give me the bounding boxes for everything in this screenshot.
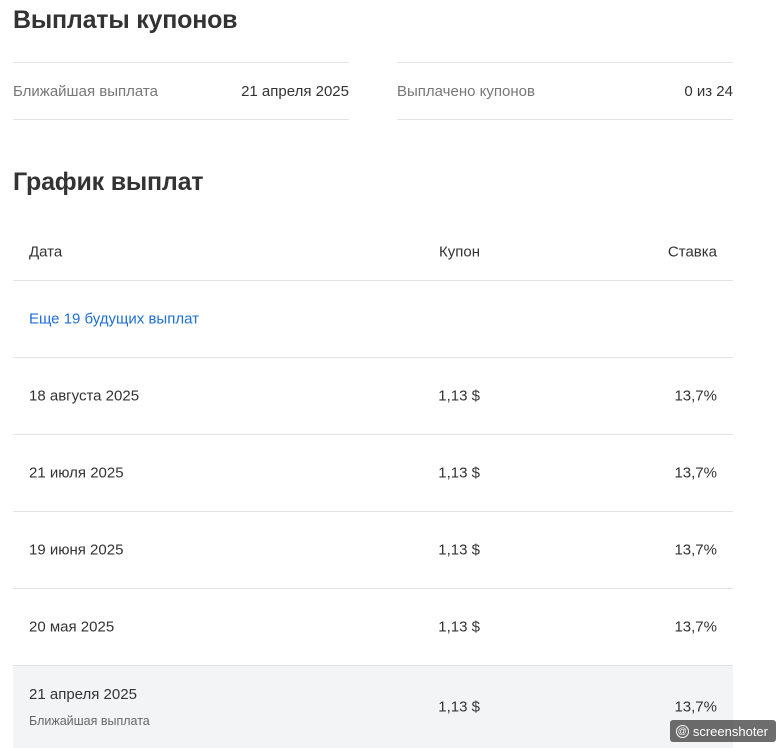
table-row-next-payment: 21 апреля 2025 Ближайшая выплата 1,13 $ … [13, 666, 733, 748]
row-date: 21 июля 2025 [29, 464, 124, 482]
column-header-rate: Ставка [667, 243, 717, 260]
summary-next-payment: Ближайшая выплата 21 апреля 2025 [13, 62, 349, 120]
table-row: 19 июня 2025 1,13 $ 13,7% [13, 512, 733, 589]
row-date: 21 апреля 2025 [29, 686, 137, 703]
row-coupon: 1,13 $ [438, 541, 480, 559]
table-row: 20 мая 2025 1,13 $ 13,7% [13, 589, 733, 666]
watermark-text: screenshoter [692, 723, 768, 739]
coupon-summary: Ближайшая выплата 21 апреля 2025 Выплаче… [13, 62, 733, 120]
row-coupon: 1,13 $ [438, 618, 480, 636]
row-date: 18 августа 2025 [29, 387, 140, 405]
summary-value: 21 апреля 2025 [241, 82, 349, 100]
summary-paid-coupons: Выплачено купонов 0 из 24 [397, 62, 733, 120]
table-header: Дата Купон Ставка [13, 223, 733, 281]
row-rate: 13,7% [674, 464, 717, 482]
column-header-date: Дата [29, 243, 63, 260]
column-header-coupon: Купон [439, 243, 480, 260]
summary-label: Ближайшая выплата [13, 82, 158, 100]
row-coupon: 1,13 $ [438, 698, 480, 716]
row-date: 20 мая 2025 [29, 618, 115, 636]
payment-schedule-table: Дата Купон Ставка Еще 19 будущих выплат … [13, 223, 733, 748]
at-icon: @ [675, 724, 689, 738]
row-date: 19 июня 2025 [29, 541, 124, 559]
screenshoter-watermark: @ screenshoter [669, 720, 776, 742]
page: Выплаты купонов Ближайшая выплата 21 апр… [0, 0, 782, 748]
row-rate: 13,7% [674, 541, 717, 559]
row-coupon: 1,13 $ [438, 464, 480, 482]
row-rate: 13,7% [674, 698, 717, 716]
schedule-title: График выплат [13, 168, 204, 196]
table-row: 18 августа 2025 1,13 $ 13,7% [13, 358, 733, 435]
row-date-note: Ближайшая выплата [29, 714, 150, 728]
summary-label: Выплачено купонов [397, 82, 535, 100]
more-payments-link[interactable]: Еще 19 будущих выплат [29, 311, 199, 328]
row-rate: 13,7% [674, 618, 717, 636]
table-row: 21 июля 2025 1,13 $ 13,7% [13, 435, 733, 512]
coupons-title: Выплаты купонов [13, 6, 238, 34]
row-coupon: 1,13 $ [438, 387, 480, 405]
summary-value: 0 из 24 [684, 82, 733, 100]
row-rate: 13,7% [674, 387, 717, 405]
more-payments-row: Еще 19 будущих выплат [13, 281, 733, 358]
